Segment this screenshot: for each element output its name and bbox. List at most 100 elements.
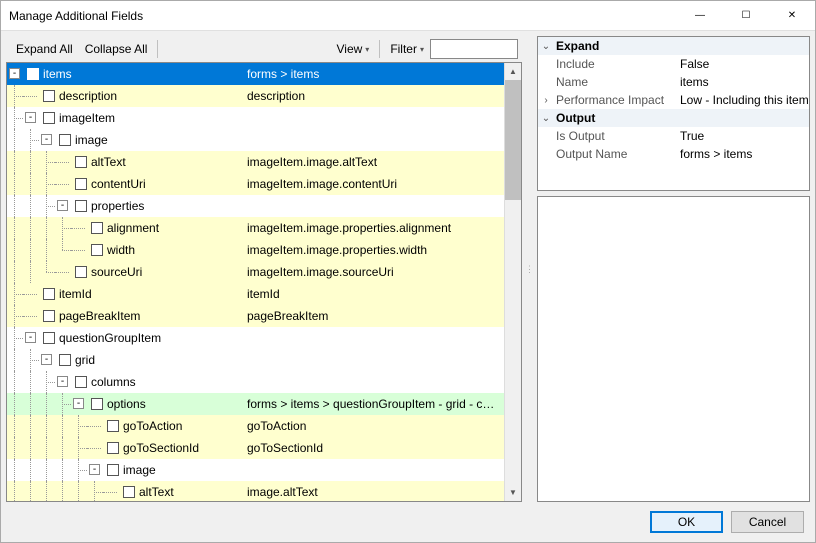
tree-node-path: goToAction bbox=[247, 419, 306, 433]
tree-node-path: image.altText bbox=[247, 485, 318, 499]
tree-row[interactable]: goToSectionId goToSectionId bbox=[7, 437, 504, 459]
checkbox[interactable] bbox=[75, 156, 87, 168]
collapse-icon[interactable]: - bbox=[25, 112, 36, 123]
view-dropdown[interactable]: View ▾ bbox=[331, 42, 376, 56]
vertical-scrollbar[interactable]: ▲ ▼ bbox=[504, 63, 521, 501]
tree-node-label: options bbox=[107, 397, 146, 411]
checkbox[interactable] bbox=[75, 178, 87, 190]
checkbox[interactable] bbox=[43, 288, 55, 300]
checkbox[interactable] bbox=[75, 376, 87, 388]
scroll-down-icon[interactable]: ▼ bbox=[505, 484, 521, 501]
tree-row[interactable]: -image bbox=[7, 129, 504, 151]
tree-row[interactable]: -grid bbox=[7, 349, 504, 371]
toolbar-separator bbox=[379, 40, 380, 58]
collapse-icon[interactable]: - bbox=[89, 464, 100, 475]
prop-val-include[interactable]: False bbox=[676, 57, 809, 71]
tree-row[interactable]: - imageItem bbox=[7, 107, 504, 129]
tree-node-label: items bbox=[43, 67, 72, 81]
tree-node-path: imageItem.image.altText bbox=[247, 155, 377, 169]
tree-node-label: pageBreakItem bbox=[59, 309, 140, 323]
scroll-up-icon[interactable]: ▲ bbox=[505, 63, 521, 80]
minimize-button[interactable]: — bbox=[677, 1, 723, 30]
checkbox[interactable] bbox=[43, 332, 55, 344]
chevron-right-icon[interactable]: › bbox=[538, 95, 554, 106]
tree-row[interactable]: altTextimage.altText bbox=[7, 481, 504, 501]
toolbar-separator bbox=[157, 40, 158, 58]
checkbox[interactable] bbox=[27, 68, 39, 80]
tree-row[interactable]: width imageItem.image.properties.width bbox=[7, 239, 504, 261]
checkbox[interactable] bbox=[43, 112, 55, 124]
tree-node-label: itemId bbox=[59, 287, 92, 301]
tree-row[interactable]: -questionGroupItem bbox=[7, 327, 504, 349]
tree-row[interactable]: itemIditemId bbox=[7, 283, 504, 305]
checkbox[interactable] bbox=[43, 90, 55, 102]
maximize-button[interactable]: ☐ bbox=[723, 1, 769, 30]
checkbox[interactable] bbox=[107, 464, 119, 476]
tree-row[interactable]: sourceUriimageItem.image.sourceUri bbox=[7, 261, 504, 283]
checkbox[interactable] bbox=[107, 420, 119, 432]
prop-key-outputname: Output Name bbox=[554, 147, 676, 161]
checkbox[interactable] bbox=[91, 222, 103, 234]
prop-category-output: Output bbox=[554, 111, 676, 125]
filter-dropdown[interactable]: Filter ▾ bbox=[384, 42, 430, 56]
chevron-down-icon[interactable]: ⌄ bbox=[538, 41, 554, 52]
filter-input[interactable] bbox=[430, 39, 518, 59]
manage-additional-fields-window: Manage Additional Fields — ☐ ✕ Expand Al… bbox=[0, 0, 816, 543]
splitter[interactable]: ⋮ bbox=[527, 36, 532, 502]
tree-node-label: width bbox=[107, 243, 135, 257]
tree-node-label: imageItem bbox=[59, 111, 115, 125]
checkbox[interactable] bbox=[59, 354, 71, 366]
tree-node-path: imageItem.image.properties.alignment bbox=[247, 221, 451, 235]
tree-node-label: goToAction bbox=[123, 419, 182, 433]
collapse-icon[interactable]: - bbox=[9, 68, 20, 79]
fields-tree[interactable]: - items forms > items descriptiondescriptio… bbox=[6, 62, 522, 502]
cancel-button[interactable]: Cancel bbox=[731, 511, 804, 533]
tree-row[interactable]: -properties bbox=[7, 195, 504, 217]
checkbox[interactable] bbox=[75, 266, 87, 278]
tree-node-label: columns bbox=[91, 375, 136, 389]
tree-row[interactable]: altTextimageItem.image.altText bbox=[7, 151, 504, 173]
collapse-icon[interactable]: - bbox=[41, 354, 52, 365]
scroll-thumb[interactable] bbox=[505, 80, 521, 200]
tree-row[interactable]: - items forms > items bbox=[7, 63, 504, 85]
prop-val-name[interactable]: items bbox=[676, 75, 809, 89]
prop-val-isoutput[interactable]: True bbox=[676, 129, 809, 143]
collapse-icon[interactable]: - bbox=[57, 200, 68, 211]
tree-node-label: sourceUri bbox=[91, 265, 142, 279]
tree-row[interactable]: alignmentimageItem.image.properties.alig… bbox=[7, 217, 504, 239]
chevron-down-icon[interactable]: ⌄ bbox=[538, 113, 554, 124]
tree-row[interactable]: pageBreakItempageBreakItem bbox=[7, 305, 504, 327]
collapse-icon[interactable]: - bbox=[57, 376, 68, 387]
tree-node-path: forms > items > questionGroupItem - grid… bbox=[247, 397, 497, 411]
expand-all-button[interactable]: Expand All bbox=[10, 42, 79, 56]
property-grid[interactable]: ⌄ Expand Include False Name items › bbox=[537, 36, 810, 191]
checkbox[interactable] bbox=[107, 442, 119, 454]
checkbox[interactable] bbox=[91, 244, 103, 256]
checkbox[interactable] bbox=[91, 398, 103, 410]
tree-row[interactable]: goToAction goToAction bbox=[7, 415, 504, 437]
prop-key-name: Name bbox=[554, 75, 676, 89]
prop-val-perf[interactable]: Low - Including this item will hav bbox=[676, 93, 809, 107]
checkbox[interactable] bbox=[59, 134, 71, 146]
collapse-icon[interactable]: - bbox=[25, 332, 36, 343]
tree-row[interactable]: - options forms > items > questionGroupIte… bbox=[7, 393, 504, 415]
checkbox[interactable] bbox=[75, 200, 87, 212]
tree-node-path: forms > items bbox=[247, 67, 319, 81]
collapse-icon[interactable]: - bbox=[73, 398, 84, 409]
collapse-icon[interactable]: - bbox=[41, 134, 52, 145]
tree-node-label: goToSectionId bbox=[123, 441, 199, 455]
tree-node-path: imageItem.image.properties.width bbox=[247, 243, 427, 257]
checkbox[interactable] bbox=[123, 486, 135, 498]
tree-row[interactable]: - columns bbox=[7, 371, 504, 393]
checkbox[interactable] bbox=[43, 310, 55, 322]
prop-val-outputname[interactable]: forms > items bbox=[676, 147, 809, 161]
prop-key-isoutput: Is Output bbox=[554, 129, 676, 143]
tree-row[interactable]: descriptiondescription bbox=[7, 85, 504, 107]
tree-row[interactable]: contentUriimageItem.image.contentUri bbox=[7, 173, 504, 195]
close-button[interactable]: ✕ bbox=[769, 1, 815, 30]
titlebar[interactable]: Manage Additional Fields — ☐ ✕ bbox=[1, 1, 815, 31]
tree-row[interactable]: -image bbox=[7, 459, 504, 481]
collapse-all-button[interactable]: Collapse All bbox=[79, 42, 154, 56]
tree-node-path: goToSectionId bbox=[247, 441, 323, 455]
ok-button[interactable]: OK bbox=[650, 511, 723, 533]
